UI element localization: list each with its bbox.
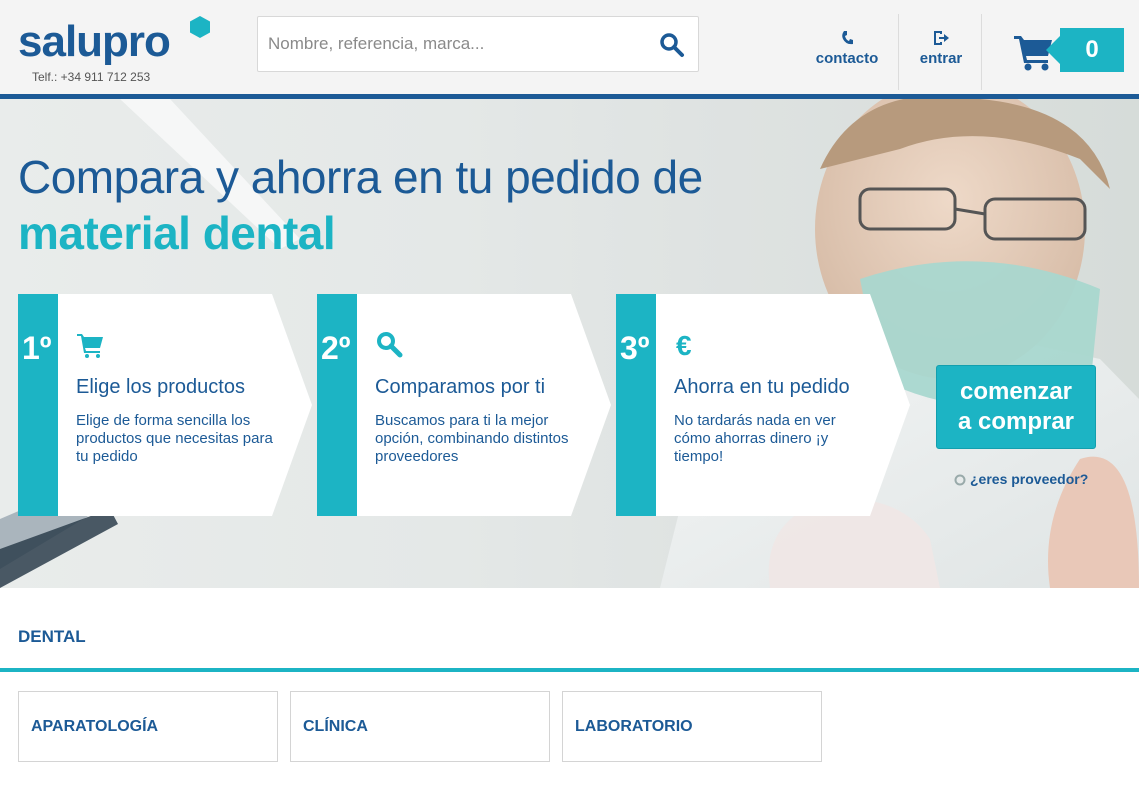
site-header: salupro Telf.: +34 911 712 253 contacto … (0, 0, 1139, 94)
category-label: APARATOLOGÍA (31, 718, 159, 735)
hero-title: Compara y ahorra en tu pedido de materia… (18, 149, 703, 261)
search-icon (377, 332, 403, 358)
search-box (257, 16, 699, 72)
contact-link[interactable]: contacto (806, 30, 888, 80)
hero-title-line2: material dental (18, 207, 336, 259)
step-content: € Ahorra en tu pedido No tardarás nada e… (656, 294, 912, 516)
step-content: Comparamos por ti Buscamos para ti la me… (357, 294, 613, 516)
cart-count-badge[interactable]: 0 (1046, 28, 1124, 72)
logo[interactable]: salupro Telf.: +34 911 712 253 (18, 16, 218, 88)
contact-label: contacto (815, 50, 879, 67)
cta-line1: comenzar (959, 378, 1073, 405)
phone-number: Telf.: +34 911 712 253 (32, 70, 151, 84)
logo-text: salupro (18, 17, 171, 66)
category-card-clinica[interactable]: CLÍNICA (290, 691, 550, 762)
category-card-aparatologia[interactable]: APARATOLOGÍA (18, 691, 278, 762)
svg-text:€: € (676, 330, 692, 358)
login-label: entrar (919, 50, 963, 67)
hexagon-icon (190, 16, 210, 38)
section-title: DENTAL (18, 627, 86, 646)
step-text: Buscamos para ti la mejor opción, combin… (375, 412, 569, 465)
euro-icon: € (676, 330, 692, 358)
step-arrow-shape (357, 294, 611, 516)
hero-banner: Compara y ahorra en tu pedido de materia… (0, 99, 1139, 588)
section-divider (0, 668, 1139, 672)
step-number: 2º (317, 294, 357, 516)
step-text: Elige de forma sencilla los productos qu… (76, 412, 273, 465)
step-number: 1º (18, 294, 58, 516)
category-label: LABORATORIO (575, 718, 693, 735)
phone-icon (842, 31, 853, 45)
provider-link[interactable]: ¿eres proveedor? (954, 471, 1088, 487)
category-card-laboratorio[interactable]: LABORATORIO (562, 691, 822, 762)
step-content: Elige los productos Elige de forma senci… (58, 294, 314, 516)
search-input[interactable] (268, 17, 648, 71)
step-title: Ahorra en tu pedido (674, 376, 850, 398)
step-title: Comparamos por ti (375, 376, 546, 398)
search-icon[interactable] (658, 31, 686, 59)
login-link[interactable]: entrar (912, 30, 970, 80)
start-shopping-button[interactable]: comenzar a comprar (936, 365, 1096, 449)
provider-link-label: ¿eres proveedor? (970, 471, 1089, 487)
step-text: No tardarás nada en ver cómo ahorras din… (674, 412, 836, 465)
cta-line2: a comprar (957, 408, 1075, 435)
step-number: 3º (616, 294, 656, 516)
cart-icon (77, 334, 103, 358)
circle-icon (954, 474, 966, 486)
header-divider (981, 14, 982, 90)
step-arrow-shape (656, 294, 910, 516)
step-title: Elige los productos (76, 376, 245, 398)
step-arrow-shape (58, 294, 312, 516)
hero-title-line1: Compara y ahorra en tu pedido de (18, 151, 703, 203)
header-divider (898, 14, 899, 90)
category-label: CLÍNICA (303, 718, 368, 735)
sign-in-icon (934, 31, 949, 45)
